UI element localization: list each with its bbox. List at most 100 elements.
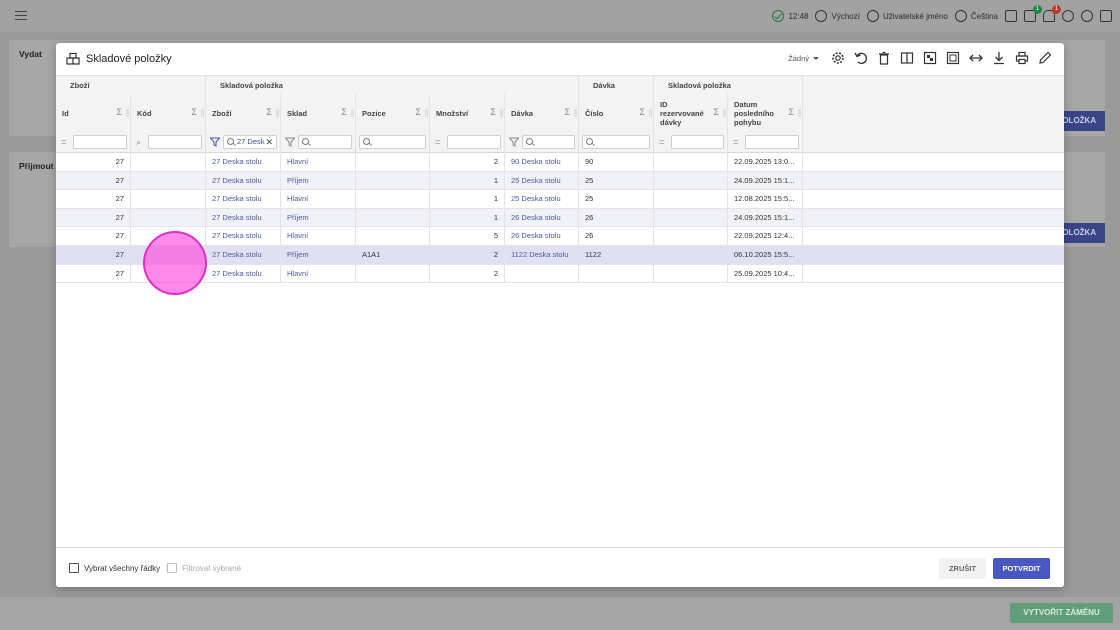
cell-sklad[interactable]: Hlavní <box>281 190 356 209</box>
drag-handle-icon[interactable] <box>798 109 801 117</box>
download-icon[interactable] <box>992 51 1006 65</box>
cell-sklad[interactable]: Hlavní <box>281 264 356 283</box>
column-header-sklad[interactable]: Sklad Σ <box>281 94 356 132</box>
filter-kod-input[interactable] <box>148 135 202 149</box>
sum-icon[interactable]: Σ <box>191 107 197 117</box>
cell-zbozi[interactable]: 27 Deska stolu <box>206 264 281 283</box>
view-select[interactable]: Žádný <box>788 54 819 63</box>
select-all-rows-checkbox[interactable]: Vybrat všechny řádky <box>69 563 160 573</box>
equals-icon[interactable]: = <box>659 137 664 147</box>
logout-icon[interactable] <box>1100 10 1112 22</box>
print-icon[interactable] <box>1015 51 1029 65</box>
create-change-button[interactable]: VYTVOŘIT ZÁMĚNU <box>1010 603 1113 623</box>
table-row[interactable]: 27 27 Deska stolu Hlavní 5 26 Deska stolu 26 2… <box>56 227 1064 246</box>
filter-funnel-icon[interactable] <box>285 137 295 147</box>
filter-mnozstvi-input[interactable] <box>447 135 501 149</box>
columns-icon[interactable] <box>900 51 914 65</box>
filter-pozice-input[interactable] <box>359 135 426 149</box>
edit-pencil-icon[interactable] <box>1038 51 1052 65</box>
help-icon[interactable] <box>1062 10 1074 22</box>
filter-datum-input[interactable] <box>745 135 799 149</box>
bell-icon[interactable]: 1 <box>1043 5 1061 22</box>
settings-gear-icon[interactable] <box>831 51 845 65</box>
filter-id-input[interactable] <box>73 135 127 149</box>
table-row[interactable]: 27 27 Deska stolu Hlavní 2 90 Deska stolu 90 2… <box>56 153 1064 172</box>
filter-rezervovana-davka-input[interactable] <box>671 135 724 149</box>
cell-sklad[interactable]: Hlavní <box>281 153 356 171</box>
column-header-kod[interactable]: Kód Σ <box>131 94 206 132</box>
table-row[interactable]: 27 27 Deska stolu Hlavní 2 25.09.2025 10:4..… <box>56 264 1064 284</box>
drag-handle-icon[interactable] <box>276 109 279 117</box>
inbox-icon[interactable] <box>1005 10 1017 22</box>
image-icon[interactable] <box>923 51 937 65</box>
cell-davka[interactable]: 25 Deska stolu <box>505 171 579 190</box>
table-row[interactable]: 27 27 Deska stolu Hlavní 1 25 Deska stolu 25 1… <box>56 190 1064 209</box>
drag-handle-icon[interactable] <box>425 109 428 117</box>
sum-icon[interactable]: Σ <box>341 107 347 117</box>
cell-zbozi[interactable]: 27 Deska stolu <box>206 208 281 227</box>
cell-davka[interactable]: 26 Deska stolu <box>505 208 579 227</box>
cancel-button[interactable]: ZRUŠIT <box>939 558 986 579</box>
drag-handle-icon[interactable] <box>351 109 354 117</box>
filter-zbozi-input[interactable]: 27 Desk ✕ <box>223 135 277 149</box>
sum-icon[interactable]: Σ <box>116 107 122 117</box>
filter-funnel-icon[interactable] <box>210 137 220 147</box>
cell-zbozi[interactable]: 27 Deska stolu <box>206 190 281 209</box>
column-header-pozice[interactable]: Pozice Σ <box>356 94 430 132</box>
cell-zbozi[interactable]: 27 Deska stolu <box>206 227 281 246</box>
drag-handle-icon[interactable] <box>649 109 652 117</box>
gift-icon[interactable]: 1 <box>1024 5 1042 22</box>
menu-icon[interactable] <box>15 11 27 20</box>
cell-sklad[interactable]: Hlavní <box>281 227 356 246</box>
equals-icon[interactable]: = <box>733 137 738 147</box>
column-header-rezervovana-davka[interactable]: ID rezervované dávky Σ <box>654 94 728 132</box>
cell-davka[interactable]: 1122 Deska stolu <box>505 245 579 264</box>
trash-icon[interactable] <box>877 51 891 65</box>
sum-icon[interactable]: Σ <box>415 107 421 117</box>
filter-cislo-input[interactable] <box>582 135 650 149</box>
column-header-davka[interactable]: Dávka Σ <box>505 94 579 132</box>
column-header-zbozi[interactable]: Zboží Σ <box>206 94 281 132</box>
undo-icon[interactable] <box>854 51 868 65</box>
cell-davka[interactable]: 26 Deska stolu <box>505 227 579 246</box>
column-header-datum[interactable]: Datum posledního pohybu Σ <box>728 94 803 132</box>
table-row[interactable]: 27 27 Deska stolu Příjem 1 25 Deska stolu 25 2… <box>56 171 1064 191</box>
sum-icon[interactable]: Σ <box>713 107 719 117</box>
cell-sklad[interactable]: Příjem <box>281 171 356 190</box>
user-menu[interactable]: Uživatelské jméno <box>866 10 948 22</box>
sum-icon[interactable]: Σ <box>788 107 794 117</box>
drag-handle-icon[interactable] <box>723 109 726 117</box>
language-selector[interactable]: Čeština <box>954 10 998 22</box>
search-operator-icon[interactable]: ⌕ <box>136 137 141 147</box>
cell-davka[interactable]: 25 Deska stolu <box>505 190 579 209</box>
drag-handle-icon[interactable] <box>574 109 577 117</box>
cell-zbozi[interactable]: 27 Deska stolu <box>206 171 281 190</box>
drag-handle-icon[interactable] <box>126 109 129 117</box>
mode-selector[interactable]: Výchozí <box>815 10 860 22</box>
table-row[interactable]: 27 27 Deska stolu Příjem 1 26 Deska stolu 26 2… <box>56 208 1064 228</box>
sum-icon[interactable]: Σ <box>639 107 645 117</box>
cell-zbozi[interactable]: 27 Deska stolu <box>206 245 281 264</box>
filter-sklad-input[interactable] <box>298 135 352 149</box>
layout-icon[interactable] <box>946 51 960 65</box>
filter-davka-input[interactable] <box>522 135 575 149</box>
drag-handle-icon[interactable] <box>201 109 204 117</box>
cell-sklad[interactable]: Příjem <box>281 208 356 227</box>
cell-zbozi[interactable]: 27 Deska stolu <box>206 153 281 171</box>
column-header-mnozstvi[interactable]: Množství Σ <box>430 94 505 132</box>
drag-handle-icon[interactable] <box>500 109 503 117</box>
column-header-cislo[interactable]: Číslo Σ <box>579 94 654 132</box>
sync-status[interactable]: 12:48 <box>772 10 808 22</box>
filter-selected-checkbox[interactable]: Filtrovat vybrané <box>167 563 241 573</box>
clear-filter-icon[interactable]: ✕ <box>265 136 273 148</box>
cell-davka[interactable]: 90 Deska stolu <box>505 153 579 171</box>
equals-icon[interactable]: = <box>61 137 66 147</box>
confirm-button[interactable]: POTVRDIT <box>993 558 1050 579</box>
filter-funnel-icon[interactable] <box>509 137 519 147</box>
equals-icon[interactable]: = <box>435 137 440 147</box>
cell-davka[interactable] <box>505 264 579 283</box>
column-header-id[interactable]: Id Σ <box>56 94 131 132</box>
cell-sklad[interactable]: Příjem <box>281 245 356 264</box>
search-icon[interactable] <box>1081 10 1093 22</box>
table-row[interactable]: 27 27 Deska stolu Příjem A1A1 2 1122 Deska st… <box>56 245 1064 265</box>
